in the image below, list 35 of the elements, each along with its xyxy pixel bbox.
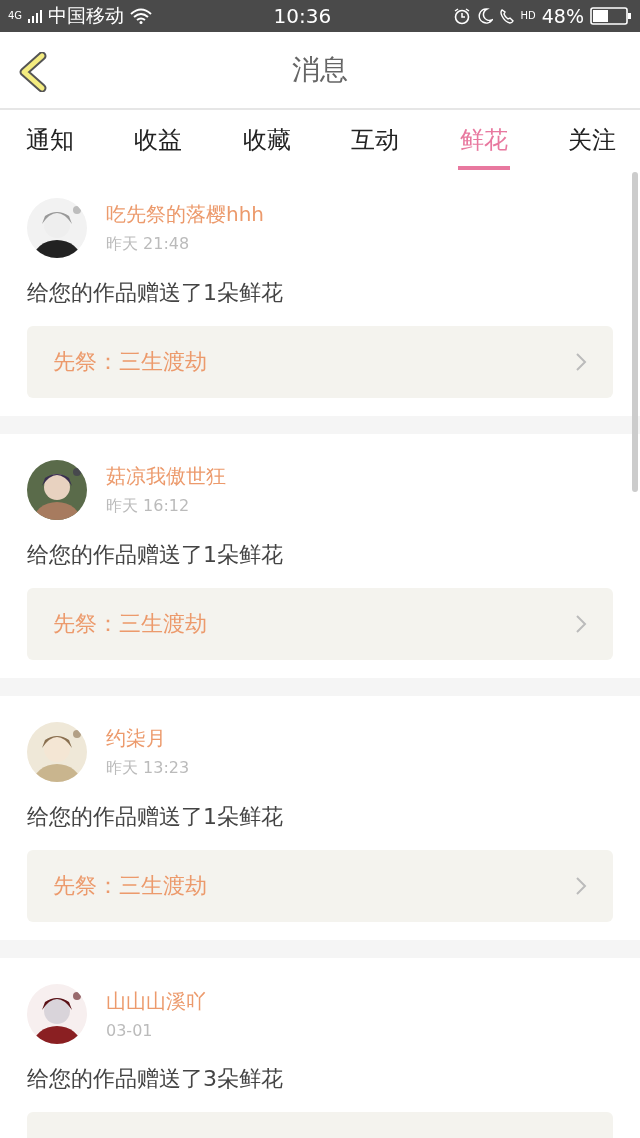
message-text: 给您的作品赠送了3朵鲜花 [27,1065,284,1093]
tab[interactable]: 互动 [349,114,402,170]
user-name[interactable]: 山山山溪吖 [106,988,206,1015]
moon-icon [476,7,493,25]
work-link[interactable]: 先祭：三生渡劫 [27,326,613,398]
phone-icon [498,7,515,25]
work-link[interactable]: 先祭：三生渡劫 [27,588,613,660]
message-time: 昨天 13:23 [106,758,190,779]
message-text: 给您的作品赠送了1朵鲜花 [27,279,284,307]
carrier-name: 中国移动 [48,3,125,28]
tab[interactable]: 收藏 [240,114,293,170]
chevron-icon [575,876,587,896]
message-text: 给您的作品赠送了1朵鲜花 [27,803,284,831]
user-name[interactable]: 约柒月 [106,725,190,752]
battery-percent: 48% [541,5,584,27]
chevron-icon [575,614,587,634]
chevron-icon [575,352,587,372]
hd-label: HD [520,11,536,21]
message-time: 昨天 21:48 [106,234,191,255]
user-name[interactable]: 吃先祭的落樱hhh [106,201,265,228]
user-name[interactable]: 菇凉我傲世狂 [106,463,226,490]
battery-icon [590,7,632,25]
tab[interactable]: 通知 [24,114,76,170]
clock-time: 10:36 [272,4,333,28]
message-text: 给您的作品赠送了1朵鲜花 [27,541,284,569]
tab[interactable]: 收益 [132,114,185,170]
page-title: 消息 [292,52,348,88]
work-link[interactable]: 先祭：三生渡劫 [27,850,613,922]
tab[interactable]: 关注 [565,114,618,170]
alarm-icon [452,7,471,25]
signal-icon [28,9,43,23]
network-label: 4G [8,11,23,21]
message-time: 03-01 [106,1021,154,1040]
message-time: 昨天 16:12 [106,496,191,517]
wifi-icon [130,8,153,24]
